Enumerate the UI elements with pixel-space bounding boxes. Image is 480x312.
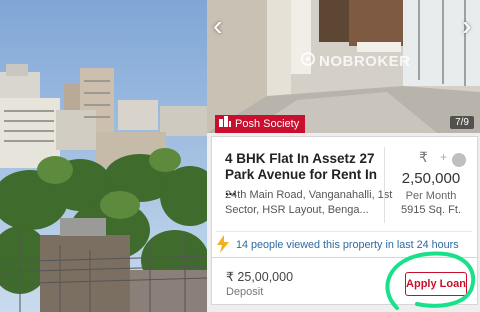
building-icon <box>219 115 231 133</box>
listing-address: 24th Main Road, Vanganahalli, 1st Sector… <box>225 189 393 216</box>
listing-panel: NOBROKER ‹ › Posh Society 7/9 4 BHK Flat… <box>207 0 480 312</box>
photo-counter: 7/9 <box>450 116 474 129</box>
city-photo <box>0 0 207 312</box>
deposit-card: ₹ 25,00,000 Deposit Apply Loan <box>211 257 478 305</box>
views-text: 14 people viewed this property in last 2… <box>236 239 459 251</box>
rent-amount: 2,50,000 <box>401 170 461 187</box>
views-notice: 14 people viewed this property in last 2… <box>216 231 472 258</box>
deposit-amount: ₹ 25,00,000 <box>226 270 294 284</box>
city-skyline-image <box>0 0 207 312</box>
price-column: ₹ 2,50,000 Per Month 5915 Sq. Ft. <box>385 147 477 216</box>
previous-photo-icon[interactable]: ‹ <box>213 12 222 40</box>
lightning-icon <box>216 234 230 256</box>
badge-label: Posh Society <box>235 118 300 130</box>
rent-period: Per Month <box>405 190 457 202</box>
deposit-label: Deposit <box>226 286 264 298</box>
watermark-text: NOBROKER <box>319 52 411 70</box>
property-photo-carousel[interactable]: NOBROKER ‹ › Posh Society 7/9 <box>207 0 480 133</box>
listing-card[interactable]: 4 BHK Flat In Assetz 27 Park Avenue for … <box>211 136 478 262</box>
area-size: 5915 Sq. Ft. <box>401 204 461 216</box>
next-photo-icon[interactable]: › <box>462 12 471 40</box>
currency-symbol: ₹ <box>419 149 428 165</box>
logo-icon <box>301 52 315 70</box>
apply-loan-button[interactable]: Apply Loan <box>405 272 467 296</box>
watermark: NOBROKER <box>301 52 411 70</box>
posh-society-badge: Posh Society <box>215 115 306 133</box>
